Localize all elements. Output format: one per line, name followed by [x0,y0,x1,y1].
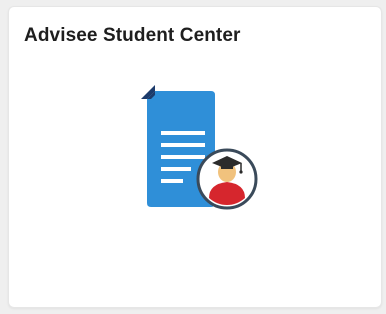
graduate-badge-icon [196,148,258,210]
advisee-student-center-tile[interactable]: Advisee Student Center [8,6,382,308]
tile-title: Advisee Student Center [24,25,241,46]
document-with-graduate-icon [141,85,258,210]
